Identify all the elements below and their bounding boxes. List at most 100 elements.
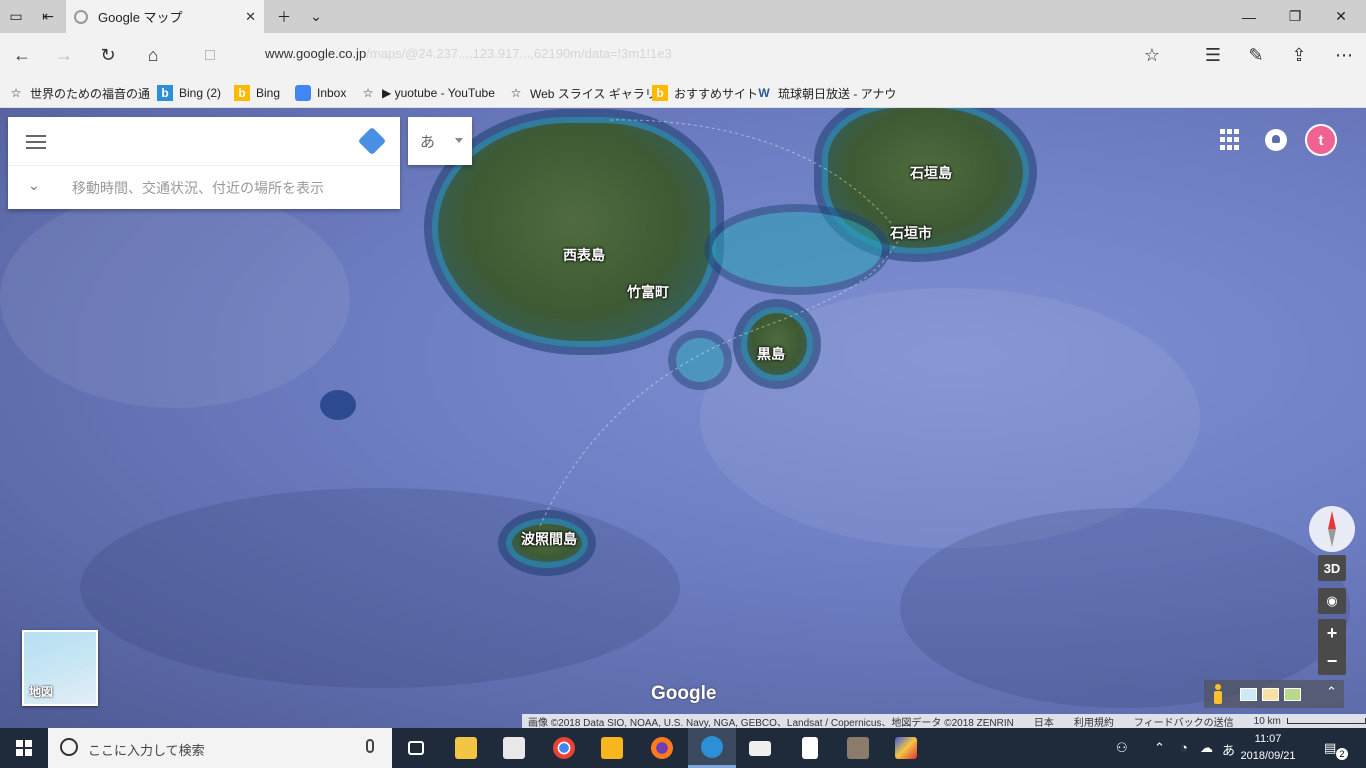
taskbar: ここに入力して検索 ⚇ ⌃ ◔ ☁ あ ▤ 2 11:07 2018/09/21 [0, 728, 1366, 768]
file-explorer-icon[interactable] [442, 728, 490, 768]
word-icon: W [758, 86, 770, 100]
3d-toggle-button[interactable]: 3D [1318, 555, 1346, 581]
divider [8, 165, 400, 166]
google-favicon-icon [74, 9, 88, 24]
microphone-icon[interactable] [366, 739, 374, 753]
set-aside-tabs-icon[interactable]: ⇤ [32, 0, 64, 33]
directions-icon[interactable] [357, 126, 387, 156]
address-bar: ← → ↻ ⌂ www.google.co.jp/maps/@24.237...… [0, 33, 1366, 77]
map-label-iriomote[interactable]: 西表島 [563, 245, 605, 265]
favorite-item[interactable]: ☆ 世界のための福音の通 [8, 84, 150, 102]
bing-icon: b [652, 85, 668, 101]
viewer-app-icon[interactable] [834, 728, 882, 768]
tab-preview-chevron-icon[interactable]: ⌄ [300, 0, 332, 33]
zoom-control: + − [1318, 619, 1346, 675]
notification-count-badge: 2 [1336, 748, 1348, 760]
favorite-item[interactable]: b おすすめサイト [652, 84, 758, 102]
windows-start-icon[interactable] [0, 728, 48, 768]
ime-input-selector[interactable]: あ [408, 117, 472, 165]
country-link[interactable]: 日本 [1034, 714, 1054, 729]
dropdown-caret-icon [455, 138, 463, 143]
map-type-label: 地図 [29, 685, 54, 699]
store-icon[interactable] [490, 728, 538, 768]
layers-bar: ⌃ [1204, 680, 1344, 708]
favorites-bar: ☆ 世界のための福音の通 b Bing (2) b Bing Inbox ☆ ▶ yuo… [0, 77, 1366, 108]
star-icon: ☆ [362, 86, 374, 100]
close-tab-icon[interactable]: ✕ [245, 9, 256, 25]
feedback-link[interactable]: フィードバックの送信 [1134, 714, 1234, 729]
explore-hint[interactable]: 移動時間、交通状況、付近の場所を表示 [72, 178, 324, 198]
map-label-taketomi[interactable]: 竹富町 [627, 282, 669, 302]
terms-link[interactable]: 利用規約 [1074, 714, 1114, 729]
map-label-ishigaki-city[interactable]: 石垣市 [890, 223, 932, 243]
clock-date: 2018/09/21 [1240, 750, 1296, 762]
my-location-button[interactable]: ◉ [1318, 588, 1346, 614]
taskbar-clock[interactable]: 11:07 2018/09/21 [1238, 731, 1298, 765]
onedrive-icon[interactable]: ☁ [1200, 740, 1213, 756]
menu-icon[interactable] [24, 131, 48, 155]
maximize-button[interactable]: ❐ [1272, 0, 1318, 33]
minimize-button[interactable]: — [1226, 0, 1272, 33]
web-note-icon[interactable]: ✎ [1240, 39, 1272, 71]
favorites-hub-icon[interactable]: ☰ [1197, 39, 1229, 71]
share-icon[interactable]: ⇪ [1283, 39, 1315, 71]
layer-thumbnail-icon[interactable] [1284, 688, 1301, 701]
compass-icon[interactable] [1309, 506, 1355, 552]
taskbar-search-placeholder: ここに入力して検索 [88, 743, 205, 758]
taskbar-search-box[interactable]: ここに入力して検索 [48, 728, 392, 768]
show-hidden-icons-chevron-icon[interactable]: ⌃ [1154, 740, 1165, 756]
action-center-icon[interactable]: ▤ [1324, 740, 1336, 756]
bing-icon: b [157, 85, 173, 101]
close-window-button[interactable]: ✕ [1318, 0, 1364, 33]
inbox-icon [295, 85, 311, 101]
expand-up-icon[interactable]: ⌃ [1326, 684, 1337, 700]
mail-icon[interactable] [736, 728, 784, 768]
avatar[interactable]: t [1305, 124, 1337, 156]
back-button[interactable]: ← [6, 39, 38, 71]
map-label-hateruma[interactable]: 波照間島 [521, 529, 577, 549]
document-icon[interactable] [786, 728, 834, 768]
scale-label[interactable]: 10 km [1254, 716, 1281, 727]
media-player-icon[interactable] [588, 728, 636, 768]
notifications-bell-icon[interactable] [1265, 129, 1287, 151]
favorite-item[interactable]: ☆ Web スライス ギャラリー [508, 84, 669, 102]
zoom-in-button[interactable]: + [1318, 619, 1346, 647]
home-button[interactable]: ⌂ [137, 39, 169, 71]
pegman-icon[interactable] [1212, 684, 1224, 704]
paint-app-icon[interactable] [882, 728, 930, 768]
wifi-icon[interactable]: ◔ [1180, 740, 1188, 755]
chrome-icon[interactable] [540, 728, 588, 768]
favorite-item[interactable]: b Bing (2) [157, 84, 221, 102]
firefox-icon[interactable] [638, 728, 686, 768]
zoom-out-button[interactable]: − [1318, 647, 1346, 675]
map-type-thumbnail[interactable]: 地図 [22, 630, 98, 706]
more-icon[interactable]: ⋯ [1328, 39, 1360, 71]
clock-time: 11:07 [1254, 733, 1282, 745]
refresh-button[interactable]: ↻ [92, 39, 124, 71]
favorite-item[interactable]: b Bing [234, 84, 280, 102]
layer-thumbnail-icon[interactable] [1240, 688, 1257, 701]
apps-grid-icon[interactable] [1220, 129, 1242, 151]
favorite-item[interactable]: ☆ ▶ yuotube - YouTube [360, 84, 495, 102]
new-tab-icon[interactable]: ＋ [268, 0, 300, 33]
scale-bar [1286, 718, 1366, 724]
favorite-item[interactable]: Inbox [295, 84, 346, 102]
forward-button[interactable]: → [48, 39, 80, 71]
people-icon[interactable]: ⚇ [1116, 740, 1128, 756]
url-field[interactable]: www.google.co.jp/maps/@24.237...,123.917… [205, 46, 672, 64]
url-host: www.google.co.jp [265, 46, 367, 61]
task-view-icon[interactable] [392, 728, 440, 768]
favorite-item[interactable]: W 琉球朝日放送 - アナウ [756, 84, 896, 102]
layer-thumbnail-icon[interactable] [1262, 688, 1279, 701]
tab-google-maps[interactable]: Google マップ ✕ [66, 0, 264, 33]
search-panel: ⌄ 移動時間、交通状況、付近の場所を表示 [8, 117, 400, 209]
ime-indicator[interactable]: あ [1222, 740, 1235, 759]
bing-icon: b [234, 85, 250, 101]
tab-manager-icon[interactable]: ▭ [0, 0, 32, 33]
chevron-down-icon[interactable]: ⌄ [28, 177, 40, 194]
favorite-star-icon[interactable]: ☆ [1136, 39, 1168, 71]
edge-icon[interactable] [688, 728, 736, 768]
map-label-ishigaki-island[interactable]: 石垣島 [910, 163, 952, 183]
map-label-kuroshima[interactable]: 黒島 [757, 344, 785, 364]
star-icon: ☆ [510, 86, 522, 100]
